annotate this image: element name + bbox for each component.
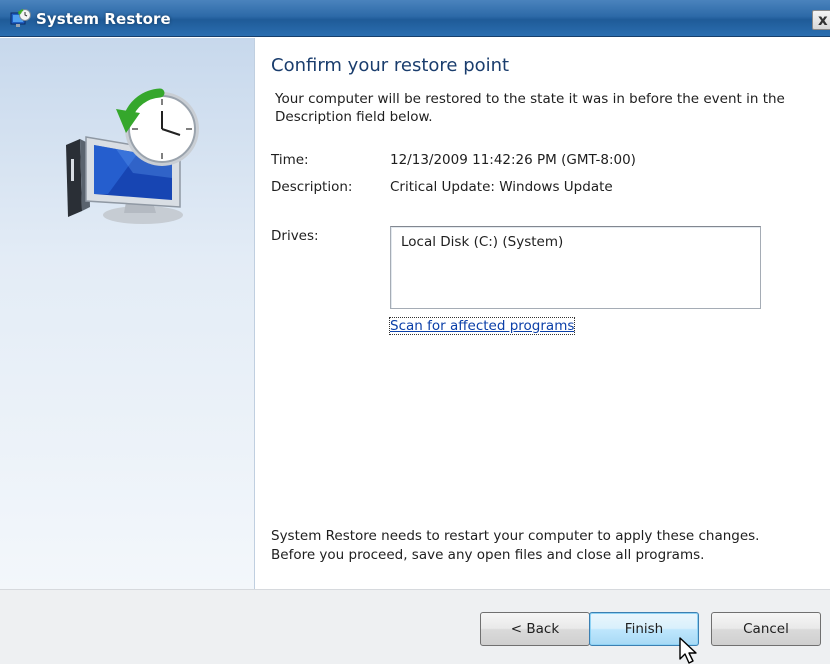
monitor-with-clock-restore-icon — [66, 88, 199, 224]
content-area: Confirm your restore point Your computer… — [256, 38, 830, 589]
close-button[interactable]: x — [812, 10, 830, 30]
mouse-pointer-icon — [679, 637, 697, 664]
left-decorative-panel — [0, 38, 255, 589]
restart-warning-line-1: System Restore needs to restart your com… — [271, 528, 760, 544]
button-bar: < Back Finish Cancel — [0, 589, 830, 664]
system-restore-icon — [10, 9, 31, 27]
intro-text: Your computer will be restored to the st… — [275, 91, 785, 125]
close-icon: x — [818, 11, 828, 29]
drives-label: Drives: — [271, 228, 319, 244]
window-title: System Restore — [36, 10, 171, 28]
system-restore-window: System Restore x Confirm your restore po… — [0, 0, 830, 664]
time-value: 12/13/2009 11:42:26 PM (GMT-8:00) — [390, 152, 636, 168]
time-label: Time: — [271, 152, 309, 168]
restart-warning-text: System Restore needs to restart your com… — [271, 527, 821, 565]
drive-item[interactable]: Local Disk (C:) (System) — [401, 234, 563, 250]
cancel-button[interactable]: Cancel — [711, 612, 821, 646]
page-title: Confirm your restore point — [271, 55, 510, 76]
scan-affected-programs-link[interactable]: Scan for affected programs — [388, 317, 576, 335]
restart-warning-line-2: Before you proceed, save any open files … — [271, 547, 705, 563]
drives-list[interactable]: Local Disk (C:) (System) — [390, 226, 761, 309]
title-bar[interactable]: System Restore x — [0, 0, 830, 37]
description-value: Critical Update: Windows Update — [390, 179, 613, 195]
back-button[interactable]: < Back — [480, 612, 590, 646]
description-label: Description: — [271, 179, 353, 195]
